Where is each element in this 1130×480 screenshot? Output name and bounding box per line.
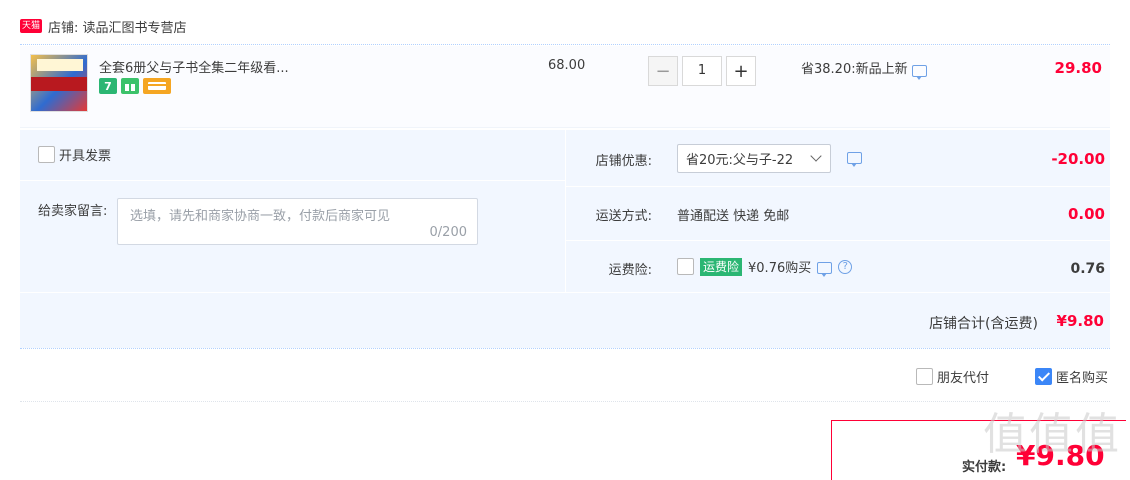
friend-pay-option[interactable]: 朋友代付 [916, 367, 989, 386]
invoice-checkbox[interactable] [38, 146, 55, 163]
store-total-value: ¥9.80 [1056, 312, 1104, 330]
item-discount: 省38.20:新品上新 [801, 58, 927, 80]
anonymous-purchase-checkbox[interactable] [1035, 368, 1052, 385]
shipping-insurance-row: 运费险: 运费险 ¥0.76购买 ? 0.76 [566, 240, 1111, 292]
help-icon[interactable]: ? [838, 259, 853, 274]
shipping-method: 普通配送 快递 免邮 [677, 209, 790, 224]
product-title[interactable]: 全套6册父与子书全集二年级看... [99, 57, 289, 76]
friend-pay-checkbox[interactable] [916, 368, 933, 385]
unit-price: 68.00 [548, 58, 586, 73]
store-name[interactable]: 店铺: 读品汇图书专营店 [48, 17, 187, 36]
seven-day-return-icon: 7 [99, 78, 117, 94]
seller-message-char-count: 0/200 [429, 225, 467, 240]
quantity-increase-button[interactable]: + [726, 56, 756, 86]
payment-options-row: 朋友代付 匿名购买 [20, 350, 1110, 402]
store-total-label: 店铺合计(含运费) [929, 316, 1038, 332]
chat-icon[interactable] [817, 261, 833, 277]
header-divider [20, 44, 1110, 45]
store-coupon-select[interactable]: 省20元:父与子-22 [677, 144, 831, 173]
quantity-input[interactable]: 1 [682, 56, 722, 86]
gift-icon [121, 78, 139, 94]
shipping-row: 运送方式: 普通配送 快递 免邮 0.00 [566, 186, 1111, 240]
chevron-down-icon [810, 150, 822, 162]
product-service-icons: 7 [99, 78, 171, 94]
card-icon [143, 78, 171, 94]
left-row-divider [20, 180, 565, 181]
invoice-label: 开具发票 [59, 149, 112, 164]
cart-item-row: 全套6册父与子书全集二年级看... 7 68.00 − 1 + 省38.20:新… [20, 46, 1110, 128]
shipping-insurance-label: 运费险: [608, 263, 652, 278]
thumbnail-label-band [37, 59, 83, 71]
shipping-insurance-tag: 运费险 [700, 257, 743, 276]
payment-summary-box: 实付款: ¥9.80 [831, 420, 1126, 480]
payment-label: 实付款: [962, 460, 1007, 475]
store-coupon-label: 店铺优惠: [595, 154, 652, 169]
thumbnail-banner-band [31, 77, 87, 91]
shipping-insurance-value: 0.76 [1070, 261, 1105, 277]
order-confirmation-page: 天猫 店铺: 读品汇图书专营店 全套6册父与子书全集二年级看... 7 68.0… [0, 0, 1130, 480]
invoice-option[interactable]: 开具发票 [38, 145, 111, 164]
shipping-label: 运送方式: [595, 209, 652, 224]
order-detail-right: 店铺优惠: 省20元:父与子-22 -20.00 运送方式: 普通配送 快递 免… [565, 130, 1111, 292]
order-detail-panel: 开具发票 给卖家留言: 选填，请先和商家协商一致，付款后商家可见 0/200 店… [20, 130, 1111, 348]
store-coupon-selected: 省20元:父与子-22 [686, 153, 794, 168]
seller-message-placeholder: 选填，请先和商家协商一致，付款后商家可见 [130, 209, 391, 224]
shipping-insurance-price: ¥0.76购买 [748, 261, 812, 276]
store-header: 天猫 店铺: 读品汇图书专营店 [20, 16, 187, 36]
chat-icon[interactable] [911, 64, 927, 80]
anonymous-purchase-option[interactable]: 匿名购买 [1035, 367, 1108, 386]
friend-pay-label: 朋友代付 [937, 371, 990, 386]
shipping-insurance-option[interactable]: 运费险 ¥0.76购买 ? [677, 257, 853, 277]
item-subtotal: 29.80 [1054, 59, 1102, 77]
detail-divider [20, 348, 1110, 349]
payment-value: ¥9.80 [1016, 439, 1105, 472]
quantity-decrease-button[interactable]: − [648, 56, 678, 86]
store-coupon-value: -20.00 [1051, 150, 1105, 168]
product-thumbnail[interactable] [30, 54, 88, 112]
order-detail-left: 开具发票 给卖家留言: 选填，请先和商家协商一致，付款后商家可见 0/200 [20, 130, 565, 292]
seller-message-input[interactable]: 选填，请先和商家协商一致，付款后商家可见 0/200 [117, 198, 478, 245]
store-total-row: 店铺合计(含运费) ¥9.80 [20, 292, 1110, 348]
chat-icon[interactable] [847, 152, 862, 167]
shipping-insurance-checkbox[interactable] [677, 258, 694, 275]
anonymous-purchase-label: 匿名购买 [1056, 371, 1109, 386]
store-coupon-row: 店铺优惠: 省20元:父与子-22 -20.00 [566, 130, 1111, 186]
item-discount-text: 省38.20:新品上新 [801, 62, 908, 77]
tmall-badge-icon: 天猫 [20, 19, 43, 33]
seller-message-label: 给卖家留言: [38, 204, 108, 219]
shipping-value: 0.00 [1067, 205, 1105, 223]
quantity-stepper: − 1 + [648, 56, 756, 86]
